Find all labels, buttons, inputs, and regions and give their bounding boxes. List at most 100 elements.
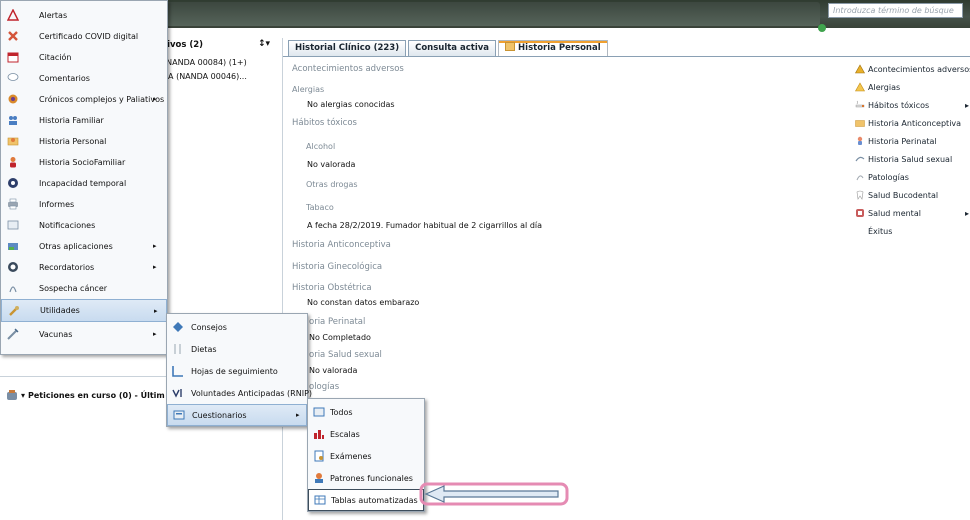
menu-item-informes[interactable]: Informes <box>1 193 167 215</box>
menu-item-incapacidad[interactable]: Incapacidad temporal <box>1 172 167 194</box>
sidebar-item-label: Historia Salud sexual <box>868 154 953 164</box>
menu-item-examenes[interactable]: Exámenes <box>308 445 424 467</box>
sidebar-item-acontecimientos[interactable]: Acontecimientos adversos <box>855 62 970 76</box>
alcohol-label: Alcohol <box>306 142 336 151</box>
section-habitos[interactable]: Hábitos tóxicos <box>292 118 357 128</box>
menu-item-label: Exámenes <box>330 451 372 461</box>
menu-item-cronicos[interactable]: Crónicos complejos y Paliativos ▸ <box>1 88 167 110</box>
alert-triangle-icon <box>7 9 19 21</box>
folder-icon <box>855 120 865 127</box>
menu-item-label: Otras aplicaciones <box>39 241 113 251</box>
menu-item-label: Crónicos complejos y Paliativos <box>39 94 165 104</box>
tab-historia-personal[interactable]: Historia Personal <box>498 40 608 56</box>
tab-bar: Historial Clínico (223) Consulta activa … <box>288 40 608 56</box>
section-patologias[interactable]: ologías <box>309 382 339 392</box>
chevron-right-icon: ▸ <box>153 95 157 103</box>
sociofamiliar-icon <box>10 157 16 168</box>
menu-item-sociofamiliar[interactable]: Historia SocioFamiliar <box>1 151 167 173</box>
menu-item-recordatorios[interactable]: Recordatorios ▸ <box>1 256 167 278</box>
sort-icon[interactable]: ↕▾ <box>258 39 270 49</box>
reminder-icon <box>8 262 18 272</box>
tooth-icon <box>856 190 864 200</box>
section-perinatal[interactable]: oria Perinatal <box>309 317 365 327</box>
status-indicator-icon <box>818 24 826 32</box>
menu-item-tablas-automatizadas[interactable]: Tablas automatizadas <box>308 489 424 511</box>
printer-icon <box>8 198 18 210</box>
sidebar-item-salud-mental[interactable]: Salud mental ▸ <box>855 206 969 220</box>
cancer-suspicion-icon <box>9 286 17 293</box>
menu-item-label: Patrones funcionales <box>330 473 413 483</box>
peticiones-label: Peticiones en curso (0) - Últim <box>28 390 165 400</box>
menu-item-historia-personal[interactable]: Historia Personal <box>1 130 167 152</box>
peticiones-header[interactable]: ▾ Peticiones en curso (0) - Últim <box>6 388 171 402</box>
list-item[interactable]: (NANDA 00084) (1+) <box>163 58 247 67</box>
section-ginecologica[interactable]: Historia Ginecológica <box>292 262 382 272</box>
menu-item-label: Dietas <box>191 344 217 354</box>
menu-item-historia-familiar[interactable]: Historia Familiar <box>1 109 167 131</box>
context-menu: Alertas Certificado COVID digital Citaci… <box>0 0 168 355</box>
menu-item-hojas-seguimiento[interactable]: Hojas de seguimiento <box>167 360 307 382</box>
sidebar-item-exitus[interactable]: Éxitus <box>855 224 892 238</box>
covid-certificate-icon <box>8 31 18 41</box>
tab-historial-clinico[interactable]: Historial Clínico (223) <box>288 40 407 56</box>
advice-icon <box>173 322 183 332</box>
section-salud-sexual[interactable]: oria Salud sexual <box>309 350 382 360</box>
menu-item-utilidades[interactable]: Utilidades ▸ <box>1 299 167 322</box>
allergy-icon <box>855 82 865 92</box>
sidebar-item-perinatal[interactable]: Historia Perinatal <box>855 134 937 148</box>
menu-item-label: Certificado COVID digital <box>39 31 139 41</box>
menu-item-sospecha-cancer[interactable]: Sospecha cáncer <box>1 277 167 299</box>
menu-item-comentarios[interactable]: Comentarios <box>1 67 167 89</box>
menu-item-dietas[interactable]: Dietas <box>167 338 307 360</box>
table-icon <box>314 495 326 505</box>
submenu-utilidades: Consejos Dietas Hojas de seguimiento Vol… <box>166 313 312 427</box>
salud-sexual-value: No valorada <box>309 366 358 375</box>
sidebar-item-label: Hábitos tóxicos <box>868 100 930 110</box>
panel-divider[interactable] <box>282 38 283 520</box>
menu-item-label: Historia Familiar <box>39 115 104 125</box>
section-acontecimientos[interactable]: Acontecimientos adversos <box>292 64 404 74</box>
section-alergias[interactable]: Alergias <box>292 85 324 94</box>
menu-item-otras-aplicaciones[interactable]: Otras aplicaciones ▸ <box>1 235 167 257</box>
menu-item-consejos[interactable]: Consejos <box>167 316 307 338</box>
menu-item-label: Vacunas <box>39 329 73 339</box>
menu-item-alertas[interactable]: Alertas <box>1 4 167 26</box>
menu-item-escalas[interactable]: Escalas <box>308 423 424 445</box>
sidebar-item-salud-sexual[interactable]: Historia Salud sexual <box>855 152 952 166</box>
menu-item-covid[interactable]: Certificado COVID digital <box>1 25 167 47</box>
flask-icon <box>7 389 17 400</box>
section-anticonceptiva[interactable]: Historia Anticonceptiva <box>292 240 391 250</box>
chevron-right-icon: ▸ <box>153 242 157 250</box>
sidebar-item-patologias[interactable]: Patologías <box>855 170 909 184</box>
list-item[interactable]: EA (NANDA 00046)... <box>163 72 247 81</box>
tab-consulta-activa[interactable]: Consulta activa <box>408 40 497 56</box>
section-obstetrica[interactable]: Historia Obstétrica <box>292 283 372 293</box>
sidebar-item-habitos[interactable]: Hábitos tóxicos ▸ <box>855 98 969 112</box>
menu-item-cuestionarios[interactable]: Cuestionarios ▸ <box>167 404 307 426</box>
menu-item-notificaciones[interactable]: Notificaciones <box>1 214 167 236</box>
menu-item-label: Informes <box>39 199 75 209</box>
menu-item-label: Hojas de seguimiento <box>191 366 278 376</box>
sidebar-item-bucodental[interactable]: Salud Bucodental <box>855 188 938 202</box>
search-input[interactable]: Introduzca término de búsque <box>828 3 963 18</box>
tab-underline <box>283 56 970 57</box>
menu-item-label: Notificaciones <box>39 220 96 230</box>
annotation-arrow-icon <box>419 482 569 506</box>
cigarette-icon <box>855 100 865 108</box>
menu-item-vacunas[interactable]: Vacunas ▸ <box>1 323 167 345</box>
menu-item-todos[interactable]: Todos <box>308 401 424 423</box>
menu-item-label: Comentarios <box>39 73 90 83</box>
menu-item-label: Cuestionarios <box>192 410 247 420</box>
sidebar-item-anticonceptiva[interactable]: Historia Anticonceptiva <box>855 116 961 130</box>
family-icon <box>9 116 17 125</box>
sidebar-item-alergias[interactable]: Alergias <box>855 80 900 94</box>
sidebar-item-label: Alergias <box>868 82 901 92</box>
syringe-icon <box>7 328 19 340</box>
sidebar-item-label: Éxitus <box>868 226 893 236</box>
menu-item-label: Incapacidad temporal <box>39 178 127 188</box>
menu-item-voluntades[interactable]: Voluntades Anticipadas (RNIP) <box>167 382 312 404</box>
cronicos-icon <box>8 94 18 104</box>
menu-item-citacion[interactable]: Citación <box>1 46 167 68</box>
chevron-right-icon: ▸ <box>154 306 158 315</box>
menu-item-patrones[interactable]: Patrones funcionales <box>308 467 424 489</box>
